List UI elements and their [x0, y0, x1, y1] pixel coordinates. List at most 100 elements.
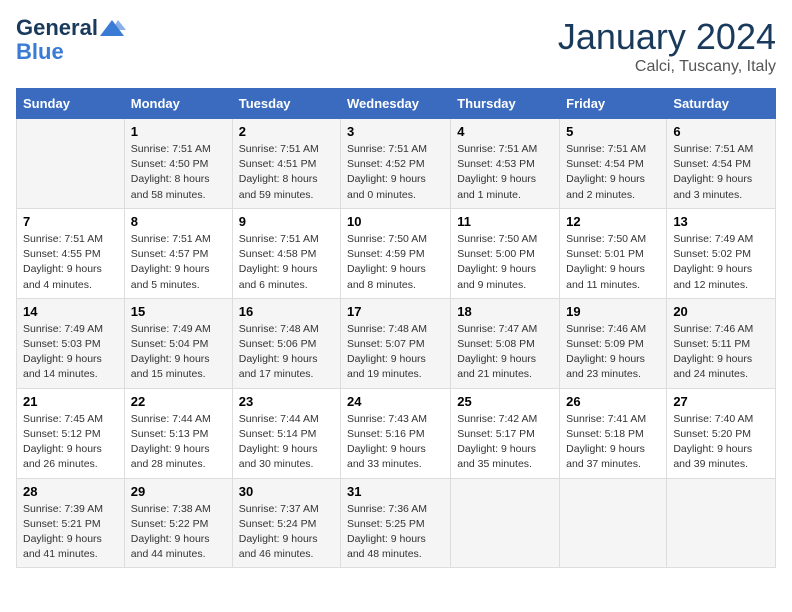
day-number: 23 — [239, 394, 334, 409]
day-number: 28 — [23, 484, 118, 499]
day-info: Sunrise: 7:51 AM Sunset: 4:54 PM Dayligh… — [566, 142, 660, 203]
day-info: Sunrise: 7:49 AM Sunset: 5:02 PM Dayligh… — [673, 232, 769, 293]
calendar-cell: 9 Sunrise: 7:51 AM Sunset: 4:58 PM Daylig… — [232, 208, 340, 298]
day-number: 29 — [131, 484, 226, 499]
day-number: 30 — [239, 484, 334, 499]
day-info: Sunrise: 7:49 AM Sunset: 5:04 PM Dayligh… — [131, 322, 226, 383]
day-info: Sunrise: 7:50 AM Sunset: 5:01 PM Dayligh… — [566, 232, 660, 293]
day-number: 18 — [457, 304, 553, 319]
day-header-wednesday: Wednesday — [341, 89, 451, 119]
day-header-tuesday: Tuesday — [232, 89, 340, 119]
day-number: 13 — [673, 214, 769, 229]
calendar-cell: 24 Sunrise: 7:43 AM Sunset: 5:16 PM Dayli… — [341, 388, 451, 478]
logo: General Blue — [16, 16, 126, 64]
day-info: Sunrise: 7:50 AM Sunset: 4:59 PM Dayligh… — [347, 232, 444, 293]
day-info: Sunrise: 7:45 AM Sunset: 5:12 PM Dayligh… — [23, 412, 118, 473]
day-number: 9 — [239, 214, 334, 229]
calendar-cell: 11 Sunrise: 7:50 AM Sunset: 5:00 PM Dayli… — [451, 208, 560, 298]
day-info: Sunrise: 7:51 AM Sunset: 4:53 PM Dayligh… — [457, 142, 553, 203]
calendar-cell — [17, 119, 125, 209]
day-info: Sunrise: 7:41 AM Sunset: 5:18 PM Dayligh… — [566, 412, 660, 473]
day-number: 25 — [457, 394, 553, 409]
day-number: 31 — [347, 484, 444, 499]
calendar-header-row: SundayMondayTuesdayWednesdayThursdayFrid… — [17, 89, 776, 119]
calendar-cell: 16 Sunrise: 7:48 AM Sunset: 5:06 PM Dayli… — [232, 298, 340, 388]
calendar-cell: 30 Sunrise: 7:37 AM Sunset: 5:24 PM Dayli… — [232, 478, 340, 568]
day-info: Sunrise: 7:40 AM Sunset: 5:20 PM Dayligh… — [673, 412, 769, 473]
calendar-cell — [451, 478, 560, 568]
day-number: 3 — [347, 124, 444, 139]
day-info: Sunrise: 7:51 AM Sunset: 4:52 PM Dayligh… — [347, 142, 444, 203]
calendar-cell: 10 Sunrise: 7:50 AM Sunset: 4:59 PM Dayli… — [341, 208, 451, 298]
day-number: 26 — [566, 394, 660, 409]
day-info: Sunrise: 7:51 AM Sunset: 4:57 PM Dayligh… — [131, 232, 226, 293]
day-info: Sunrise: 7:44 AM Sunset: 5:14 PM Dayligh… — [239, 412, 334, 473]
calendar-cell: 17Sunrise: 7:48 AM Sunset: 5:07 PM Dayli… — [341, 298, 451, 388]
day-number: 20 — [673, 304, 769, 319]
day-info: Sunrise: 7:49 AM Sunset: 5:03 PM Dayligh… — [23, 322, 118, 383]
day-header-monday: Monday — [124, 89, 232, 119]
logo-blue-text: Blue — [16, 40, 126, 64]
month-title: January 2024 — [558, 16, 776, 58]
day-number: 10 — [347, 214, 444, 229]
day-header-thursday: Thursday — [451, 89, 560, 119]
calendar-week-4: 28 Sunrise: 7:39 AM Sunset: 5:21 PM Dayli… — [17, 478, 776, 568]
calendar-cell: 6Sunrise: 7:51 AM Sunset: 4:54 PM Daylig… — [667, 119, 776, 209]
day-info: Sunrise: 7:48 AM Sunset: 5:06 PM Dayligh… — [239, 322, 334, 383]
calendar-cell: 7Sunrise: 7:51 AM Sunset: 4:55 PM Daylig… — [17, 208, 125, 298]
calendar-cell — [667, 478, 776, 568]
day-number: 7 — [23, 214, 118, 229]
day-number: 16 — [239, 304, 334, 319]
day-header-sunday: Sunday — [17, 89, 125, 119]
day-info: Sunrise: 7:46 AM Sunset: 5:11 PM Dayligh… — [673, 322, 769, 383]
calendar-cell: 2Sunrise: 7:51 AM Sunset: 4:51 PM Daylig… — [232, 119, 340, 209]
day-info: Sunrise: 7:50 AM Sunset: 5:00 PM Dayligh… — [457, 232, 553, 293]
calendar-cell: 15 Sunrise: 7:49 AM Sunset: 5:04 PM Dayli… — [124, 298, 232, 388]
day-number: 24 — [347, 394, 444, 409]
calendar-cell: 20 Sunrise: 7:46 AM Sunset: 5:11 PM Dayli… — [667, 298, 776, 388]
day-number: 8 — [131, 214, 226, 229]
day-number: 21 — [23, 394, 118, 409]
day-number: 1 — [131, 124, 226, 139]
day-info: Sunrise: 7:51 AM Sunset: 4:50 PM Dayligh… — [131, 142, 226, 203]
calendar-cell: 23 Sunrise: 7:44 AM Sunset: 5:14 PM Dayli… — [232, 388, 340, 478]
logo-text: General — [16, 16, 126, 40]
day-info: Sunrise: 7:37 AM Sunset: 5:24 PM Dayligh… — [239, 502, 334, 563]
day-info: Sunrise: 7:42 AM Sunset: 5:17 PM Dayligh… — [457, 412, 553, 473]
day-number: 4 — [457, 124, 553, 139]
calendar-cell: 26 Sunrise: 7:41 AM Sunset: 5:18 PM Dayli… — [560, 388, 667, 478]
day-number: 14 — [23, 304, 118, 319]
calendar-cell: 8 Sunrise: 7:51 AM Sunset: 4:57 PM Daylig… — [124, 208, 232, 298]
day-info: Sunrise: 7:51 AM Sunset: 4:58 PM Dayligh… — [239, 232, 334, 293]
calendar-week-1: 7Sunrise: 7:51 AM Sunset: 4:55 PM Daylig… — [17, 208, 776, 298]
day-header-saturday: Saturday — [667, 89, 776, 119]
title-block: January 2024 Calci, Tuscany, Italy — [558, 16, 776, 76]
day-info: Sunrise: 7:48 AM Sunset: 5:07 PM Dayligh… — [347, 322, 444, 383]
calendar-cell: 1 Sunrise: 7:51 AM Sunset: 4:50 PM Daylig… — [124, 119, 232, 209]
calendar-cell: 12Sunrise: 7:50 AM Sunset: 5:01 PM Dayli… — [560, 208, 667, 298]
calendar-cell: 14 Sunrise: 7:49 AM Sunset: 5:03 PM Dayli… — [17, 298, 125, 388]
page-header: General Blue January 2024 Calci, Tuscany… — [16, 16, 776, 76]
day-header-friday: Friday — [560, 89, 667, 119]
day-number: 22 — [131, 394, 226, 409]
calendar-cell: 5 Sunrise: 7:51 AM Sunset: 4:54 PM Daylig… — [560, 119, 667, 209]
location: Calci, Tuscany, Italy — [558, 58, 776, 76]
day-number: 19 — [566, 304, 660, 319]
day-info: Sunrise: 7:38 AM Sunset: 5:22 PM Dayligh… — [131, 502, 226, 563]
day-info: Sunrise: 7:43 AM Sunset: 5:16 PM Dayligh… — [347, 412, 444, 473]
day-info: Sunrise: 7:36 AM Sunset: 5:25 PM Dayligh… — [347, 502, 444, 563]
calendar-cell — [560, 478, 667, 568]
day-info: Sunrise: 7:44 AM Sunset: 5:13 PM Dayligh… — [131, 412, 226, 473]
calendar-cell: 22 Sunrise: 7:44 AM Sunset: 5:13 PM Dayli… — [124, 388, 232, 478]
calendar-week-0: 1 Sunrise: 7:51 AM Sunset: 4:50 PM Daylig… — [17, 119, 776, 209]
calendar-week-3: 21 Sunrise: 7:45 AM Sunset: 5:12 PM Dayli… — [17, 388, 776, 478]
calendar-cell: 27Sunrise: 7:40 AM Sunset: 5:20 PM Dayli… — [667, 388, 776, 478]
day-info: Sunrise: 7:39 AM Sunset: 5:21 PM Dayligh… — [23, 502, 118, 563]
calendar-cell: 19 Sunrise: 7:46 AM Sunset: 5:09 PM Dayli… — [560, 298, 667, 388]
day-number: 11 — [457, 214, 553, 229]
calendar-cell: 18 Sunrise: 7:47 AM Sunset: 5:08 PM Dayli… — [451, 298, 560, 388]
day-number: 15 — [131, 304, 226, 319]
day-info: Sunrise: 7:47 AM Sunset: 5:08 PM Dayligh… — [457, 322, 553, 383]
day-info: Sunrise: 7:46 AM Sunset: 5:09 PM Dayligh… — [566, 322, 660, 383]
day-number: 5 — [566, 124, 660, 139]
